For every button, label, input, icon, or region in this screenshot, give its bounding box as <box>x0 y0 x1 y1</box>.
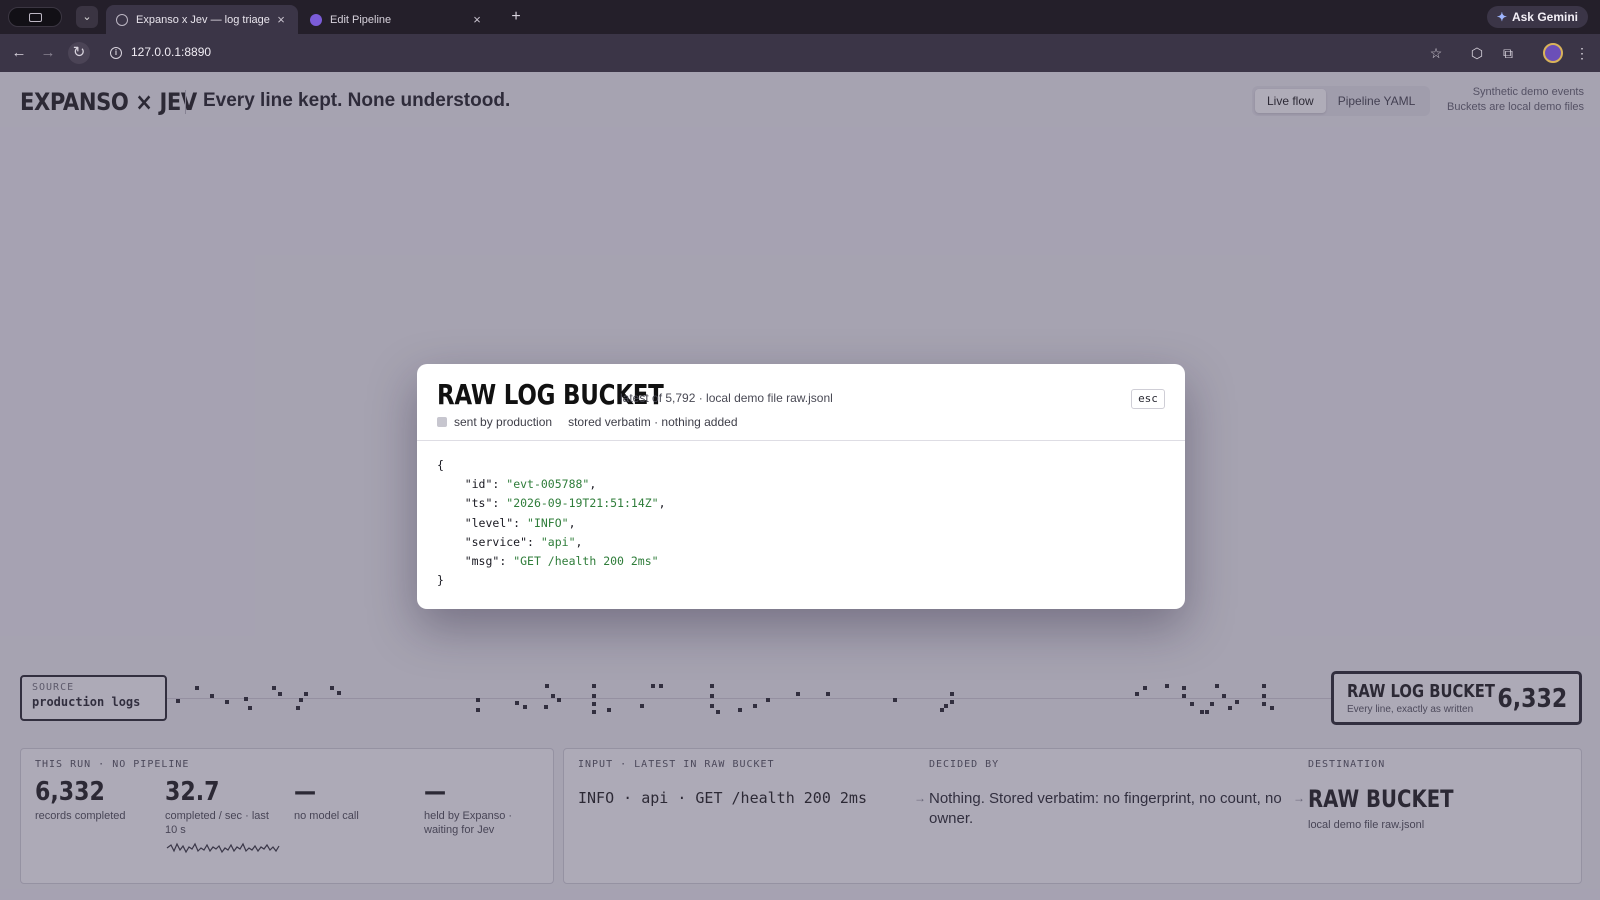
chevron-down-icon: ⌄ <box>82 11 92 23</box>
tab-edit-pipeline[interactable]: Edit Pipeline × <box>300 5 494 34</box>
tab-log-triage[interactable]: Expanso x Jev — log triage × <box>106 5 298 34</box>
expanso-favicon-icon <box>310 13 322 26</box>
profile-avatar[interactable] <box>1543 43 1563 63</box>
json-key: "id" <box>464 477 493 492</box>
new-tab-button[interactable]: + <box>506 7 526 27</box>
reload-button[interactable]: ↻ <box>68 42 90 64</box>
sparkle-icon: ✦ <box>1496 10 1507 24</box>
browser-toolbar: ← → ↻ i 127.0.0.1:8890 ☆ ⬡ ⧉ ⋮ <box>0 34 1600 72</box>
raw-log-bucket-modal: RAW LOG BUCKET latest of 5,792 · local d… <box>417 364 1185 609</box>
bookmark-star-icon[interactable]: ☆ <box>1426 43 1446 63</box>
json-brace-close: } <box>437 573 444 588</box>
extension-icon[interactable]: ⬡ <box>1467 43 1487 63</box>
globe-icon <box>116 13 128 26</box>
back-button[interactable]: ← <box>8 42 30 64</box>
page: EXPANSO × JEV Every line kept. None unde… <box>0 72 1600 900</box>
json-key: "ts" <box>464 496 493 511</box>
window-icon <box>29 13 42 22</box>
source-swatch-icon <box>437 417 447 427</box>
json-value: "GET /health 200 2ms" <box>513 554 659 569</box>
close-tab-icon[interactable]: × <box>470 12 484 27</box>
json-key: "level" <box>464 515 514 530</box>
json-value: "2026-09-19T21:51:14Z" <box>506 496 659 511</box>
tab-title: Expanso x Jev — log triage <box>136 13 270 26</box>
json-value: "api" <box>540 534 576 549</box>
site-info-icon[interactable]: i <box>110 47 122 59</box>
tab-list-button[interactable]: ⌄ <box>76 6 98 28</box>
forward-button[interactable]: → <box>37 42 59 64</box>
modal-header: RAW LOG BUCKET latest of 5,792 · local d… <box>417 364 1185 441</box>
ask-gemini-label: Ask Gemini <box>1511 10 1578 24</box>
json-value: "INFO" <box>527 515 569 530</box>
tag-sent-by: sent by production <box>454 415 553 429</box>
json-value: "evt-005788" <box>506 477 590 492</box>
tag-stored: stored verbatim · nothing added <box>568 415 738 429</box>
ask-gemini-button[interactable]: ✦ Ask Gemini <box>1486 6 1588 28</box>
close-tab-icon[interactable]: × <box>274 12 288 27</box>
modal-tags: sent by production stored verbatim · not… <box>437 415 738 429</box>
json-key: "service" <box>464 534 528 549</box>
esc-close-button[interactable]: esc <box>1131 389 1165 409</box>
browser-menu-icon[interactable]: ⋮ <box>1572 43 1592 63</box>
json-brace-open: { <box>437 458 444 472</box>
browser-tabstrip: ⌄ Expanso x Jev — log triage × Edit Pipe… <box>0 0 1600 34</box>
tab-title: Edit Pipeline <box>330 13 392 26</box>
tab-search-toggle[interactable] <box>8 7 62 27</box>
json-key: "msg" <box>464 554 500 569</box>
extensions-puzzle-icon[interactable]: ⧉ <box>1498 43 1518 63</box>
address-bar[interactable]: 127.0.0.1:8890 <box>131 45 211 59</box>
json-record: { "id": "evt-005788", "ts": "2026-09-19T… <box>437 458 666 588</box>
modal-meta: latest of 5,792 · local demo file raw.js… <box>620 391 833 405</box>
